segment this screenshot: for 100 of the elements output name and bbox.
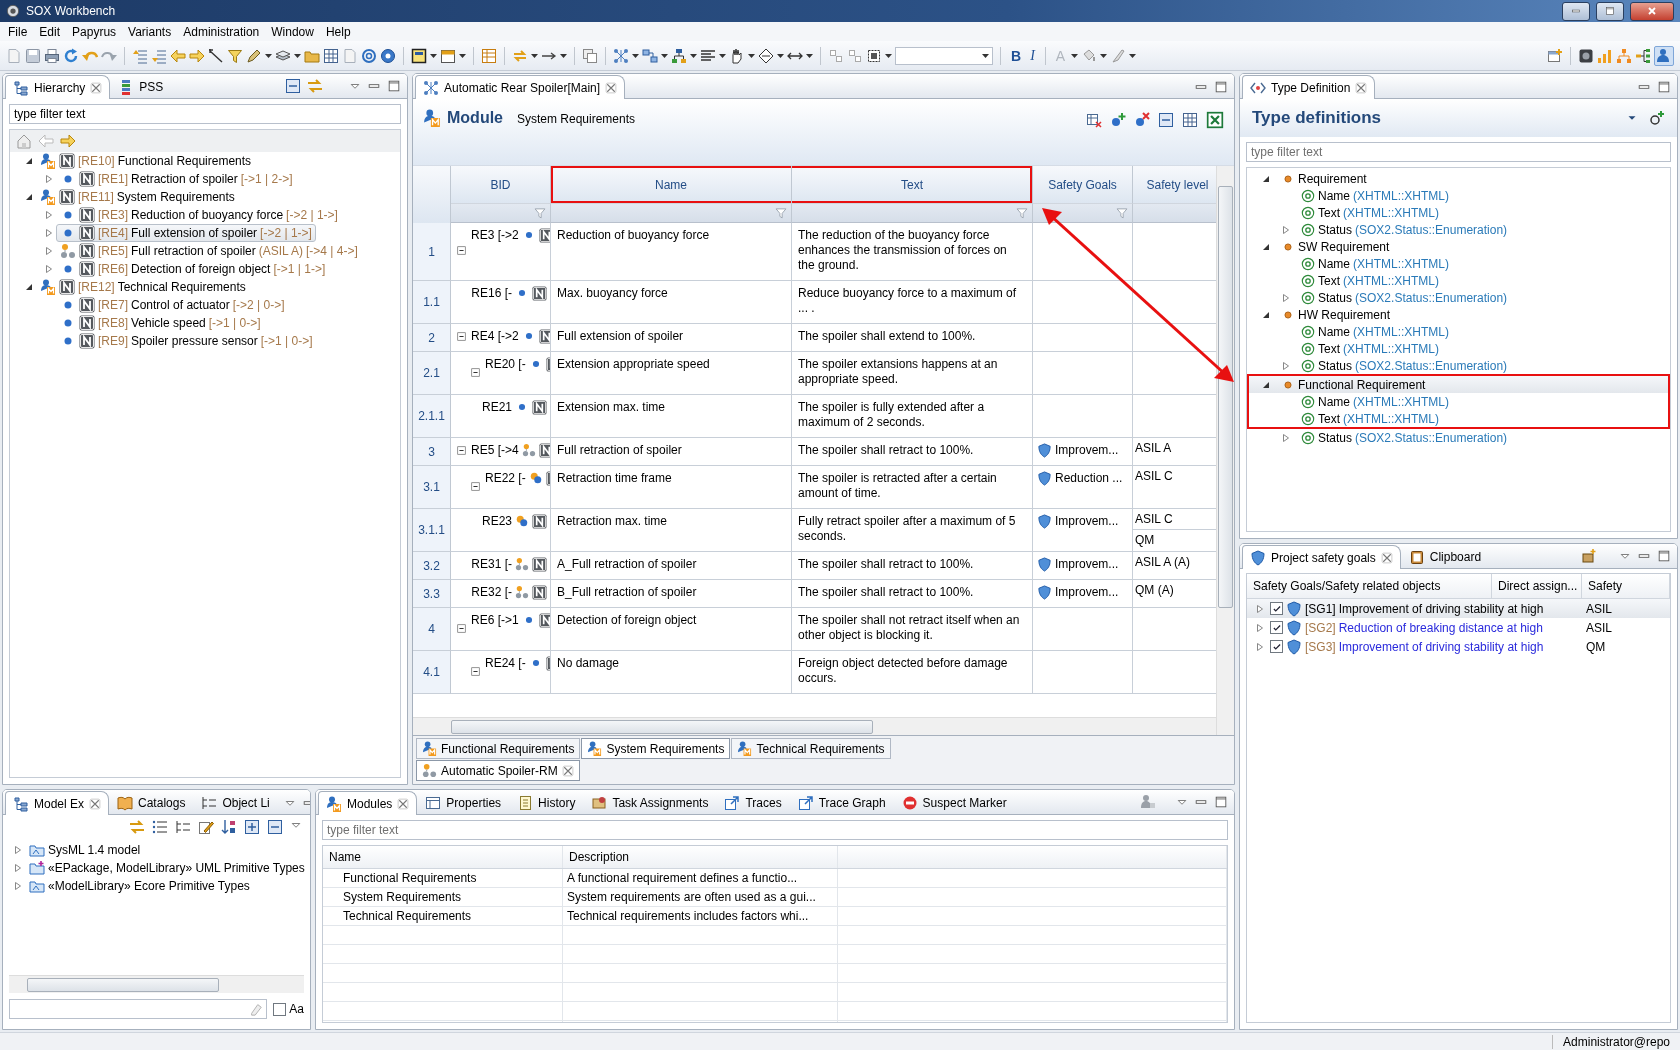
filter-field[interactable]: type filter text	[1246, 142, 1671, 162]
module-tab[interactable]: System Requirements	[581, 738, 731, 759]
close-icon[interactable]	[397, 797, 410, 810]
panel-tab[interactable]: Clipboard	[1400, 545, 1490, 568]
tree-item[interactable]: [RE9] Spoiler pressure sensor [->1 | 0->]	[56, 332, 317, 350]
menu-item[interactable]: Administration	[177, 24, 266, 39]
column-header[interactable]: Safety Goals/Safety related objects	[1247, 574, 1492, 598]
copy-icon[interactable]	[582, 47, 598, 64]
maximize-icon[interactable]	[1657, 549, 1671, 563]
add-requirement-icon[interactable]	[1110, 112, 1126, 128]
collapsed-arrow-icon[interactable]	[45, 229, 53, 237]
collapsed-arrow-icon[interactable]	[1282, 225, 1290, 234]
table-delete-icon[interactable]	[1086, 112, 1102, 128]
collapsed-arrow-icon[interactable]	[45, 247, 53, 255]
panel-tab[interactable]: Trace Graph	[789, 791, 894, 814]
caret-icon[interactable]	[1071, 53, 1079, 58]
collapse-all-icon[interactable]	[267, 819, 283, 835]
tree-item[interactable]: Name (XHTML::XHTML)	[1297, 186, 1453, 205]
safety-goal-row[interactable]: [SG3] Improvement of driving stability at high QM	[1247, 637, 1670, 656]
caret-icon[interactable]	[531, 53, 538, 58]
menu-item[interactable]: Edit	[33, 24, 67, 39]
caret-icon[interactable]	[1129, 53, 1137, 58]
caret-icon[interactable]	[690, 53, 697, 58]
editor-tab[interactable]: Automatic Rear Spoiler[Main]	[415, 75, 626, 99]
tree-item[interactable]: Requirement	[1277, 169, 1371, 188]
tree-item[interactable]: HW Requirement	[1277, 305, 1395, 324]
tree-item[interactable]: Text (XHTML::XHTML)	[1297, 339, 1443, 358]
tree-icon[interactable]	[1635, 47, 1651, 64]
note-icon[interactable]	[411, 47, 427, 64]
collapse-icon[interactable]	[1158, 112, 1174, 128]
caret-icon[interactable]	[1100, 53, 1108, 58]
collapsed-arrow-icon[interactable]	[1256, 642, 1264, 651]
document-tab[interactable]: Automatic Spoiler-RM	[416, 760, 580, 781]
panel-tab[interactable]: Properties	[417, 791, 510, 814]
tree-list-icon[interactable]	[175, 819, 191, 835]
expanded-arrow-icon[interactable]	[1262, 174, 1270, 183]
collapsed-arrow-icon[interactable]	[45, 175, 53, 183]
column-header[interactable]: Text	[792, 166, 1033, 204]
boxes-icon[interactable]	[642, 47, 658, 64]
edit-note-icon[interactable]	[198, 819, 214, 835]
org-chart-icon[interactable]	[1616, 47, 1632, 64]
grid-icon[interactable]	[323, 47, 339, 64]
collapsed-arrow-icon[interactable]	[1256, 604, 1264, 613]
filter-icon[interactable]	[775, 207, 787, 219]
maximize-icon[interactable]	[1657, 80, 1671, 94]
column-header[interactable]: Safety Goals	[1033, 166, 1133, 204]
open-perspective-icon[interactable]	[1547, 47, 1563, 64]
vertical-scrollbar[interactable]	[1216, 166, 1234, 735]
filter-field[interactable]: type filter text	[322, 820, 1228, 840]
refresh-icon[interactable]	[63, 47, 79, 64]
collapse-all-icon[interactable]	[285, 78, 301, 94]
tree-item[interactable]: «EPackage, ModelLibrary» UML Primitive Types	[25, 859, 309, 877]
maximize-icon[interactable]	[1214, 80, 1228, 94]
tree-item[interactable]: Name (XHTML::XHTML)	[1297, 392, 1453, 411]
tree-item[interactable]: [RE5] Full retraction of spoiler (ASIL A) [->4 | 4->]	[56, 242, 362, 260]
tree-item[interactable]: Text (XHTML::XHTML)	[1297, 203, 1443, 222]
link-icon[interactable]	[129, 819, 145, 835]
ring-icon[interactable]	[361, 47, 377, 64]
close-icon[interactable]	[89, 797, 102, 810]
tree-item[interactable]: Text (XHTML::XHTML)	[1297, 271, 1443, 290]
collapsed-arrow-icon[interactable]	[14, 864, 22, 872]
forward-icon[interactable]	[60, 133, 76, 149]
expanded-arrow-icon[interactable]	[25, 283, 33, 291]
close-icon[interactable]	[1380, 551, 1393, 564]
collapsed-arrow-icon[interactable]	[1256, 623, 1264, 632]
column-header[interactable]: Safety	[1582, 574, 1670, 598]
calendar-icon[interactable]	[440, 47, 456, 64]
menu-item[interactable]: Papyrus	[66, 24, 123, 39]
column-header[interactable]: Safety level	[1133, 166, 1216, 204]
tree-item[interactable]: SysML 1.4 model	[25, 841, 145, 859]
column-header[interactable]: Direct assign...	[1492, 574, 1582, 598]
tree-item[interactable]: Name (XHTML::XHTML)	[1297, 322, 1453, 341]
remove-requirement-icon[interactable]	[1134, 112, 1150, 128]
selection-icon[interactable]	[866, 47, 882, 64]
column-header[interactable]: Name	[551, 166, 792, 204]
menu-item[interactable]: File	[2, 24, 34, 39]
panel-tab[interactable]: Suspect Marker	[893, 791, 1015, 814]
caret-icon[interactable]	[661, 53, 668, 58]
tree-item[interactable]: [RE7] Control of actuator [->2 | 0->]	[56, 296, 289, 314]
collapsed-arrow-icon[interactable]	[45, 265, 53, 273]
filter-icon[interactable]	[227, 47, 243, 64]
caret-icon[interactable]	[885, 53, 892, 58]
panel-tab[interactable]: Modules	[318, 791, 418, 815]
collapse-toggle-icon[interactable]	[455, 245, 467, 256]
list-icon[interactable]	[152, 819, 168, 835]
hierarchy-icon[interactable]	[671, 47, 687, 64]
filter-icon[interactable]	[1116, 207, 1128, 219]
collapsed-arrow-icon[interactable]	[14, 846, 22, 854]
horizontal-scrollbar[interactable]	[413, 717, 1216, 735]
panel-tab[interactable]: PSS	[110, 75, 172, 98]
module-tab[interactable]: Technical Requirements	[731, 738, 891, 759]
caret-icon[interactable]	[265, 53, 272, 58]
back-icon[interactable]	[170, 47, 186, 64]
horizontal-scrollbar[interactable]	[9, 975, 304, 993]
menu-item[interactable]: Help	[319, 24, 357, 39]
column-header[interactable]: BID	[451, 166, 551, 204]
filter-icon[interactable]	[1016, 207, 1028, 219]
nodes-icon[interactable]	[613, 47, 629, 64]
line-icon[interactable]	[208, 47, 224, 64]
safety-goal-row[interactable]: [SG1] Improvement of driving stability at high ASIL	[1247, 599, 1670, 618]
